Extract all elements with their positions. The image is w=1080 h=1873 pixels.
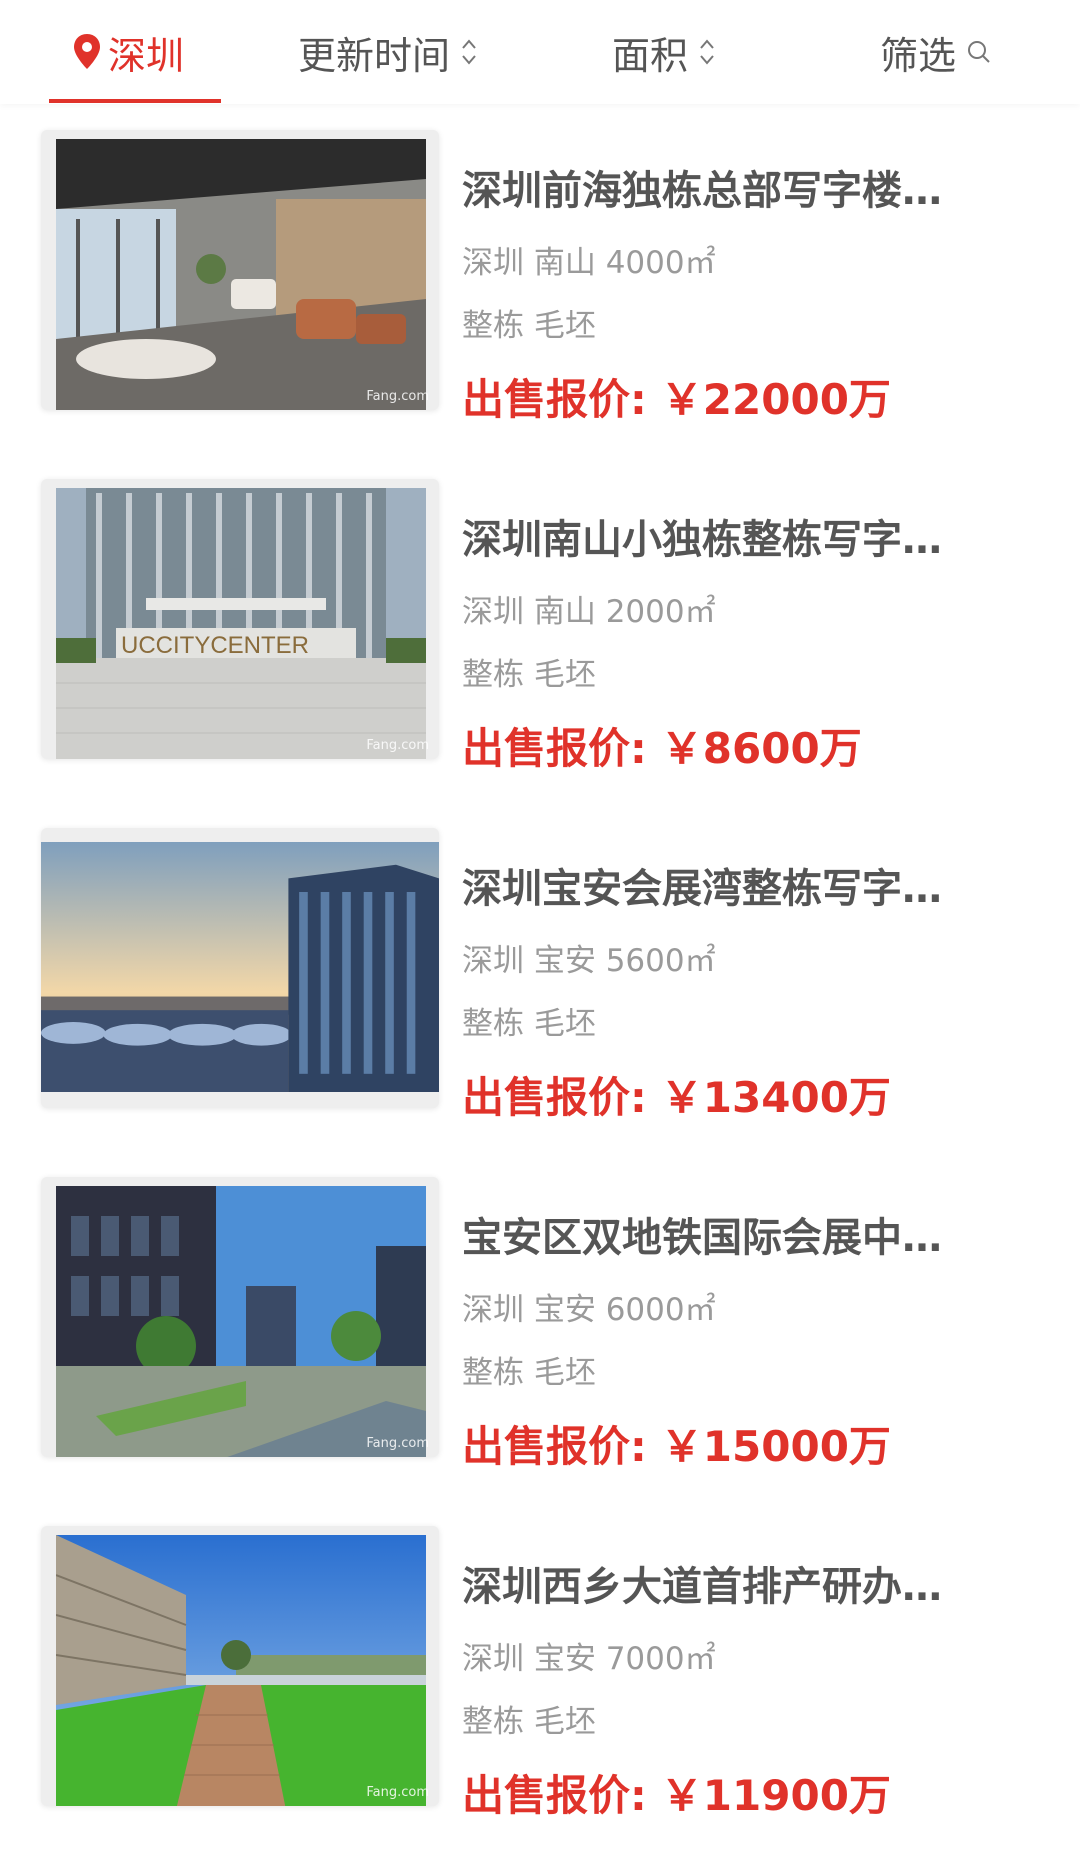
- price-label: 出售报价:: [462, 724, 647, 773]
- sort-icon: [700, 39, 714, 65]
- active-tab-indicator: [49, 99, 221, 103]
- listing-price: 出售报价: ￥13400万: [462, 1064, 891, 1125]
- building-entrance-photo: UCCITYCENTER: [56, 488, 426, 759]
- listing-title[interactable]: 深圳南山小独栋整栋写字…: [462, 507, 1002, 565]
- filter-bar: 深圳 更新时间 面积 筛选: [0, 0, 1080, 104]
- tab-update-time[interactable]: 更新时间: [298, 0, 478, 104]
- update-time-label: 更新时间: [298, 33, 451, 78]
- listing-title[interactable]: 深圳宝安会展湾整栋写字…: [462, 856, 1002, 914]
- listing-title[interactable]: 深圳西乡大道首排产研办…: [462, 1554, 1002, 1612]
- price-value: ￥8600万: [660, 724, 862, 773]
- price-value: ￥13400万: [660, 1073, 891, 1122]
- price-value: ￥11900万: [660, 1771, 891, 1820]
- building-sign-text: UCCITYCENTER: [121, 632, 309, 659]
- listing-tags: 整栋 毛坯: [462, 1355, 596, 1391]
- watermark: Fang.com: [366, 1785, 429, 1800]
- listing-price: 出售报价: ￥22000万: [462, 366, 891, 427]
- sort-icon: [462, 39, 476, 65]
- listing-photo: Fang.com: [41, 1526, 439, 1806]
- watermark: Fang.com: [366, 738, 429, 753]
- listing-location-area: 深圳 南山 4000㎡: [462, 245, 716, 281]
- filter-label: 筛选: [880, 33, 957, 78]
- listing-price: 出售报价: ￥8600万: [462, 715, 862, 776]
- price-value: ￥22000万: [660, 375, 891, 424]
- listing-photo: Fang.com: [41, 130, 439, 410]
- watermark: Fang.com: [366, 1436, 429, 1451]
- listing-item[interactable]: 深圳宝安会展湾整栋写字… 深圳 宝安 5600㎡ 整栋 毛坯 出售报价: ￥134…: [0, 804, 1080, 1153]
- tab-area[interactable]: 面积: [612, 0, 716, 104]
- price-label: 出售报价:: [462, 375, 647, 424]
- listing-location-area: 深圳 宝安 7000㎡: [462, 1641, 716, 1677]
- area-label: 面积: [612, 33, 689, 78]
- listing-location-area: 深圳 宝安 6000㎡: [462, 1292, 716, 1328]
- listing-photo: [41, 828, 439, 1108]
- price-label: 出售报价:: [462, 1422, 647, 1471]
- listing-photo: UCCITYCENTER Fang.com: [41, 479, 439, 759]
- listing-location-area: 深圳 宝安 5600㎡: [462, 943, 716, 979]
- search-icon: [968, 41, 990, 63]
- location-pin-icon: [74, 34, 100, 69]
- listing-tags: 整栋 毛坯: [462, 657, 596, 693]
- city-label: 深圳: [108, 33, 185, 78]
- listing-tags: 整栋 毛坯: [462, 1704, 596, 1740]
- tab-city[interactable]: 深圳: [72, 0, 184, 104]
- listing-item[interactable]: Fang.com 深圳前海独栋总部写字楼… 深圳 南山 4000㎡ 整栋 毛坯 …: [0, 106, 1080, 455]
- price-value: ￥15000万: [660, 1422, 891, 1471]
- listing-item[interactable]: UCCITYCENTER Fang.com 深圳南山小独栋整栋写字… 深圳 南山…: [0, 455, 1080, 804]
- listing-price: 出售报价: ￥11900万: [462, 1762, 891, 1823]
- price-label: 出售报价:: [462, 1073, 647, 1122]
- listing-location-area: 深圳 南山 2000㎡: [462, 594, 716, 630]
- office-lobby-photo: [56, 139, 426, 410]
- listing-title[interactable]: 宝安区双地铁国际会展中…: [462, 1205, 1002, 1263]
- office-park-photo: [56, 1186, 426, 1457]
- listing-photo: Fang.com: [41, 1177, 439, 1457]
- listing-tags: 整栋 毛坯: [462, 308, 596, 344]
- skyline-tower-photo: [41, 842, 439, 1092]
- price-label: 出售报价:: [462, 1771, 647, 1820]
- listing-item[interactable]: Fang.com 宝安区双地铁国际会展中… 深圳 宝安 6000㎡ 整栋 毛坯 …: [0, 1153, 1080, 1502]
- watermark: Fang.com: [366, 389, 429, 404]
- rooftop-garden-photo: [56, 1535, 426, 1806]
- listing-title[interactable]: 深圳前海独栋总部写字楼…: [462, 158, 1002, 216]
- listing-price: 出售报价: ￥15000万: [462, 1413, 891, 1474]
- listing-item[interactable]: Fang.com 深圳西乡大道首排产研办… 深圳 宝安 7000㎡ 整栋 毛坯 …: [0, 1502, 1080, 1851]
- listing-tags: 整栋 毛坯: [462, 1006, 596, 1042]
- tab-filter[interactable]: 筛选: [880, 0, 992, 104]
